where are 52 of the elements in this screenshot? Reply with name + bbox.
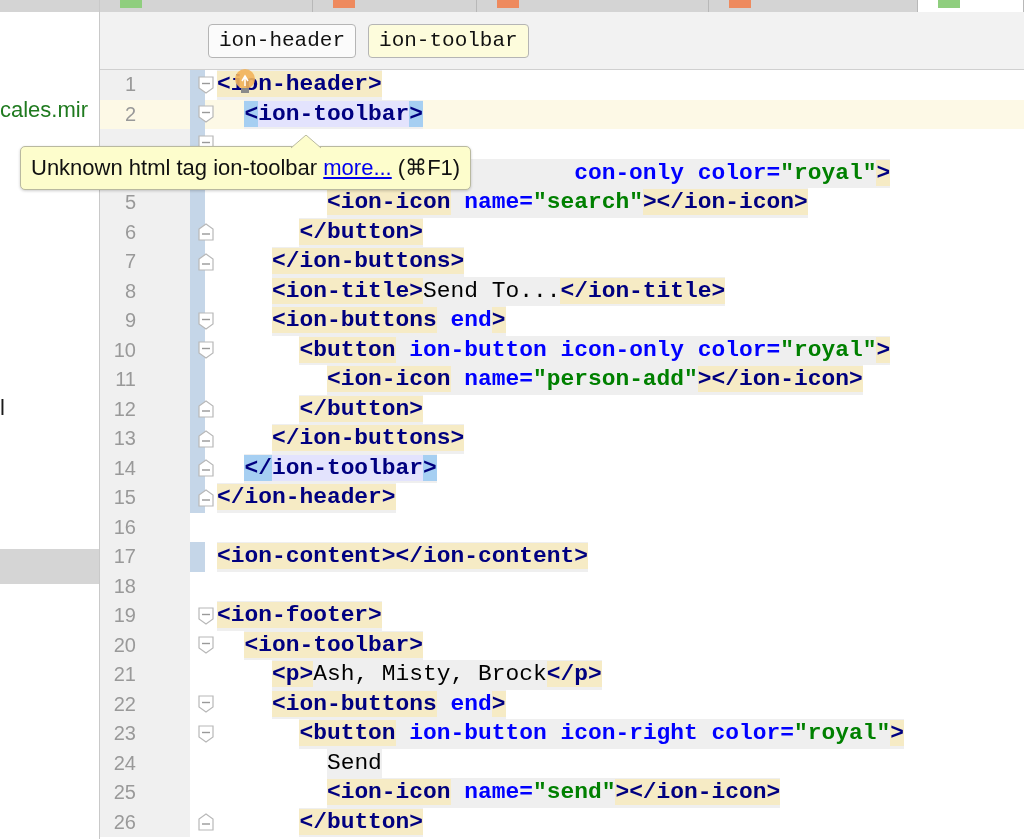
breadcrumb[interactable]: ion-toolbar xyxy=(368,23,529,58)
line-number: 15 xyxy=(100,483,190,513)
line-number: 8 xyxy=(100,276,190,306)
code-line: </button> xyxy=(299,807,424,837)
breadcrumb[interactable]: ion-header xyxy=(208,23,357,58)
line-number: 1 xyxy=(100,70,190,100)
code-line: </button> xyxy=(299,394,424,424)
line-number: 11 xyxy=(100,365,190,395)
fold-marker-icon[interactable] xyxy=(198,694,214,715)
fold-marker-icon[interactable] xyxy=(198,74,214,95)
line-number: 17 xyxy=(100,542,190,572)
fold-marker-icon[interactable] xyxy=(198,605,214,626)
line-number: 16 xyxy=(100,512,190,542)
line-number: 25 xyxy=(100,778,190,808)
code-line: </ion-buttons> xyxy=(271,247,465,277)
file-item[interactable]: l xyxy=(0,390,99,425)
line-number: 22 xyxy=(100,689,190,719)
code-line: </ion-header> xyxy=(217,483,396,513)
line-number: 7 xyxy=(100,247,190,277)
fold-marker-icon[interactable] xyxy=(198,723,214,744)
code-line: <ion-content></ion-content> xyxy=(217,542,588,572)
editor-tab[interactable] xyxy=(918,0,1024,12)
fold-marker-icon[interactable] xyxy=(198,310,214,331)
selected-row[interactable] xyxy=(0,549,99,584)
fold-marker-icon[interactable] xyxy=(198,635,214,656)
line-number: 19 xyxy=(100,601,190,631)
line-number: 9 xyxy=(100,306,190,336)
code-line: </button> xyxy=(299,217,424,247)
line-number: 21 xyxy=(100,660,190,690)
fold-marker-icon[interactable] xyxy=(198,340,214,361)
line-number: 20 xyxy=(100,630,190,660)
fold-marker-icon[interactable] xyxy=(198,104,214,125)
line-number: 5 xyxy=(100,188,190,218)
code-line: </ion-buttons> xyxy=(271,424,465,454)
line-number: 23 xyxy=(100,719,190,749)
line-number: 13 xyxy=(100,424,190,454)
code-line: <ion-toolbar> xyxy=(244,630,424,660)
line-number: 10 xyxy=(100,335,190,365)
fold-marker-icon[interactable] xyxy=(198,399,214,420)
code-line: <ion-header> xyxy=(217,70,382,100)
line-number: 14 xyxy=(100,453,190,483)
file-item[interactable]: cales.mir xyxy=(0,92,99,127)
fold-marker-icon[interactable] xyxy=(198,458,214,479)
line-number: 24 xyxy=(100,748,190,778)
more-link[interactable]: more... xyxy=(323,155,392,180)
fold-marker-icon[interactable] xyxy=(198,812,214,833)
line-number: 26 xyxy=(100,807,190,837)
fold-marker-icon[interactable] xyxy=(198,222,214,243)
code-line: <ion-footer> xyxy=(217,601,382,631)
line-number: 6 xyxy=(100,217,190,247)
line-number: 18 xyxy=(100,571,190,601)
line-number: 12 xyxy=(100,394,190,424)
